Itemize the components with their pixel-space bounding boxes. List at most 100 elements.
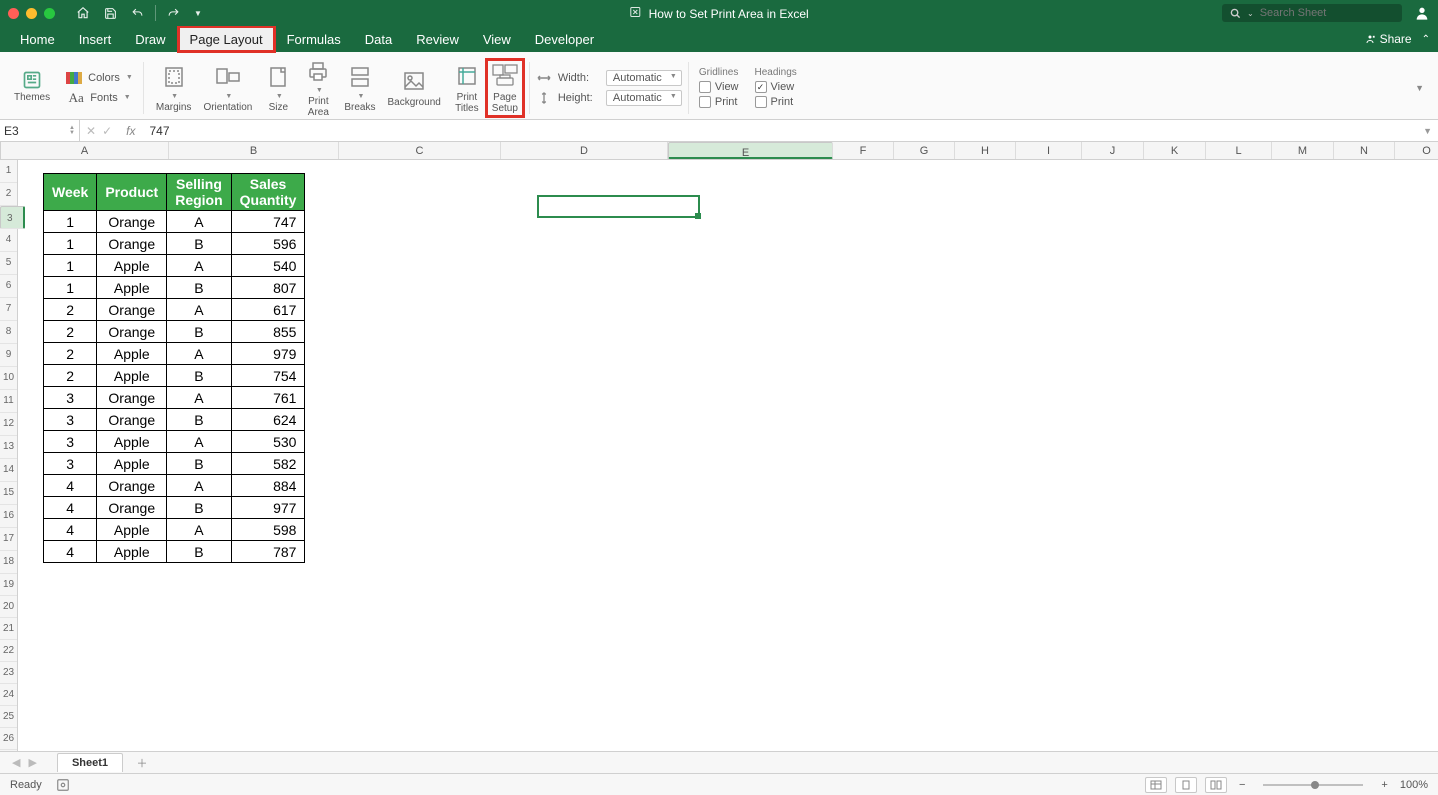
row-header-3[interactable]: 3 [0, 206, 25, 229]
tab-draw[interactable]: Draw [123, 26, 177, 52]
table-cell[interactable]: 2 [44, 343, 97, 365]
row-header-16[interactable]: 16 [0, 505, 17, 528]
column-header-F[interactable]: F [833, 142, 894, 159]
table-cell[interactable]: Orange [97, 387, 167, 409]
table-cell[interactable]: 979 [231, 343, 305, 365]
table-cell[interactable]: 540 [231, 255, 305, 277]
headings-print-checkbox[interactable]: Print [755, 96, 797, 108]
column-header-N[interactable]: N [1334, 142, 1395, 159]
table-cell[interactable]: Apple [97, 277, 167, 299]
table-row[interactable]: 3OrangeB624 [44, 409, 305, 431]
table-cell[interactable]: A [167, 211, 231, 233]
table-cell[interactable]: 1 [44, 233, 97, 255]
table-cell[interactable]: 598 [231, 519, 305, 541]
table-cell[interactable]: 1 [44, 255, 97, 277]
zoom-in-button[interactable]: + [1377, 779, 1391, 791]
table-cell[interactable]: 2 [44, 321, 97, 343]
macro-record-icon[interactable] [56, 778, 70, 792]
table-row[interactable]: 4AppleB787 [44, 541, 305, 563]
row-header-26[interactable]: 26 [0, 728, 17, 750]
tab-view[interactable]: View [471, 26, 523, 52]
zoom-slider[interactable] [1263, 784, 1363, 786]
table-cell[interactable]: Orange [97, 233, 167, 255]
row-header-15[interactable]: 15 [0, 482, 17, 505]
column-header-O[interactable]: O [1395, 142, 1438, 159]
table-cell[interactable]: A [167, 475, 231, 497]
gridlines-view-checkbox[interactable]: View [699, 81, 739, 93]
name-box[interactable]: E3 ▲▼ [0, 120, 80, 141]
table-row[interactable]: 4OrangeA884 [44, 475, 305, 497]
table-row[interactable]: 4AppleA598 [44, 519, 305, 541]
table-cell[interactable]: 1 [44, 211, 97, 233]
qat-dropdown-icon[interactable]: ▼ [194, 9, 202, 18]
table-cell[interactable]: Orange [97, 211, 167, 233]
column-header-K[interactable]: K [1144, 142, 1206, 159]
table-cell[interactable]: 582 [231, 453, 305, 475]
row-header-4[interactable]: 4 [0, 229, 17, 252]
table-cell[interactable]: 530 [231, 431, 305, 453]
print-titles-button[interactable]: Print Titles [447, 60, 487, 116]
table-row[interactable]: 3OrangeA761 [44, 387, 305, 409]
column-header-J[interactable]: J [1082, 142, 1144, 159]
page-layout-view-button[interactable] [1175, 777, 1197, 793]
tab-insert[interactable]: Insert [67, 26, 124, 52]
row-header-1[interactable]: 1 [0, 160, 17, 183]
table-cell[interactable]: 855 [231, 321, 305, 343]
confirm-formula-icon[interactable]: ✓ [102, 124, 112, 138]
column-header-M[interactable]: M [1272, 142, 1334, 159]
sheet-nav-next-icon[interactable]: ▶ [24, 756, 40, 769]
column-header-I[interactable]: I [1016, 142, 1082, 159]
table-cell[interactable]: B [167, 541, 231, 563]
row-header-2[interactable]: 2 [0, 183, 17, 206]
column-header-C[interactable]: C [339, 142, 501, 159]
table-row[interactable]: 2OrangeA617 [44, 299, 305, 321]
search-box[interactable]: ⌄ [1222, 4, 1402, 22]
table-cell[interactable]: 4 [44, 519, 97, 541]
table-cell[interactable]: 787 [231, 541, 305, 563]
column-header-E[interactable]: E [668, 142, 833, 159]
zoom-out-button[interactable]: − [1235, 779, 1249, 791]
row-header-19[interactable]: 19 [0, 574, 17, 596]
table-cell[interactable]: B [167, 365, 231, 387]
avatar-icon[interactable] [1414, 5, 1430, 21]
column-header-G[interactable]: G [894, 142, 955, 159]
maximize-window-button[interactable] [44, 8, 55, 19]
undo-icon[interactable] [131, 7, 144, 20]
table-cell[interactable]: B [167, 277, 231, 299]
cancel-formula-icon[interactable]: ✕ [86, 124, 96, 138]
table-row[interactable]: 1OrangeA747 [44, 211, 305, 233]
table-cell[interactable]: 617 [231, 299, 305, 321]
table-row[interactable]: 1OrangeB596 [44, 233, 305, 255]
column-header-H[interactable]: H [955, 142, 1016, 159]
size-button[interactable]: ▼ Size [258, 61, 298, 115]
collapse-ribbon-icon[interactable]: ⌃ [1422, 34, 1430, 45]
tab-review[interactable]: Review [404, 26, 471, 52]
table-cell[interactable]: B [167, 233, 231, 255]
row-header-8[interactable]: 8 [0, 321, 17, 344]
add-sheet-button[interactable]: ＋ [131, 755, 153, 771]
table-cell[interactable]: 2 [44, 365, 97, 387]
column-header-B[interactable]: B [169, 142, 339, 159]
table-row[interactable]: 3AppleB582 [44, 453, 305, 475]
gridlines-print-checkbox[interactable]: Print [699, 96, 739, 108]
fx-button[interactable]: fx [118, 124, 143, 138]
row-header-20[interactable]: 20 [0, 596, 17, 618]
name-box-spinner-icon[interactable]: ▲▼ [69, 126, 75, 136]
row-header-24[interactable]: 24 [0, 684, 17, 706]
row-header-7[interactable]: 7 [0, 298, 17, 321]
fonts-button[interactable]: Aa Fonts ▼ [60, 88, 137, 108]
table-cell[interactable]: B [167, 497, 231, 519]
row-header-27[interactable]: 27 [0, 750, 17, 751]
column-header-D[interactable]: D [501, 142, 668, 159]
minimize-window-button[interactable] [26, 8, 37, 19]
table-row[interactable]: 4OrangeB977 [44, 497, 305, 519]
table-cell[interactable]: 3 [44, 431, 97, 453]
row-header-17[interactable]: 17 [0, 528, 17, 551]
table-cell[interactable]: A [167, 387, 231, 409]
orientation-button[interactable]: ▼ Orientation [197, 61, 258, 115]
table-cell[interactable]: Orange [97, 475, 167, 497]
table-cell[interactable]: 4 [44, 475, 97, 497]
table-cell[interactable]: 624 [231, 409, 305, 431]
row-header-22[interactable]: 22 [0, 640, 17, 662]
share-button[interactable]: Share [1364, 32, 1412, 46]
